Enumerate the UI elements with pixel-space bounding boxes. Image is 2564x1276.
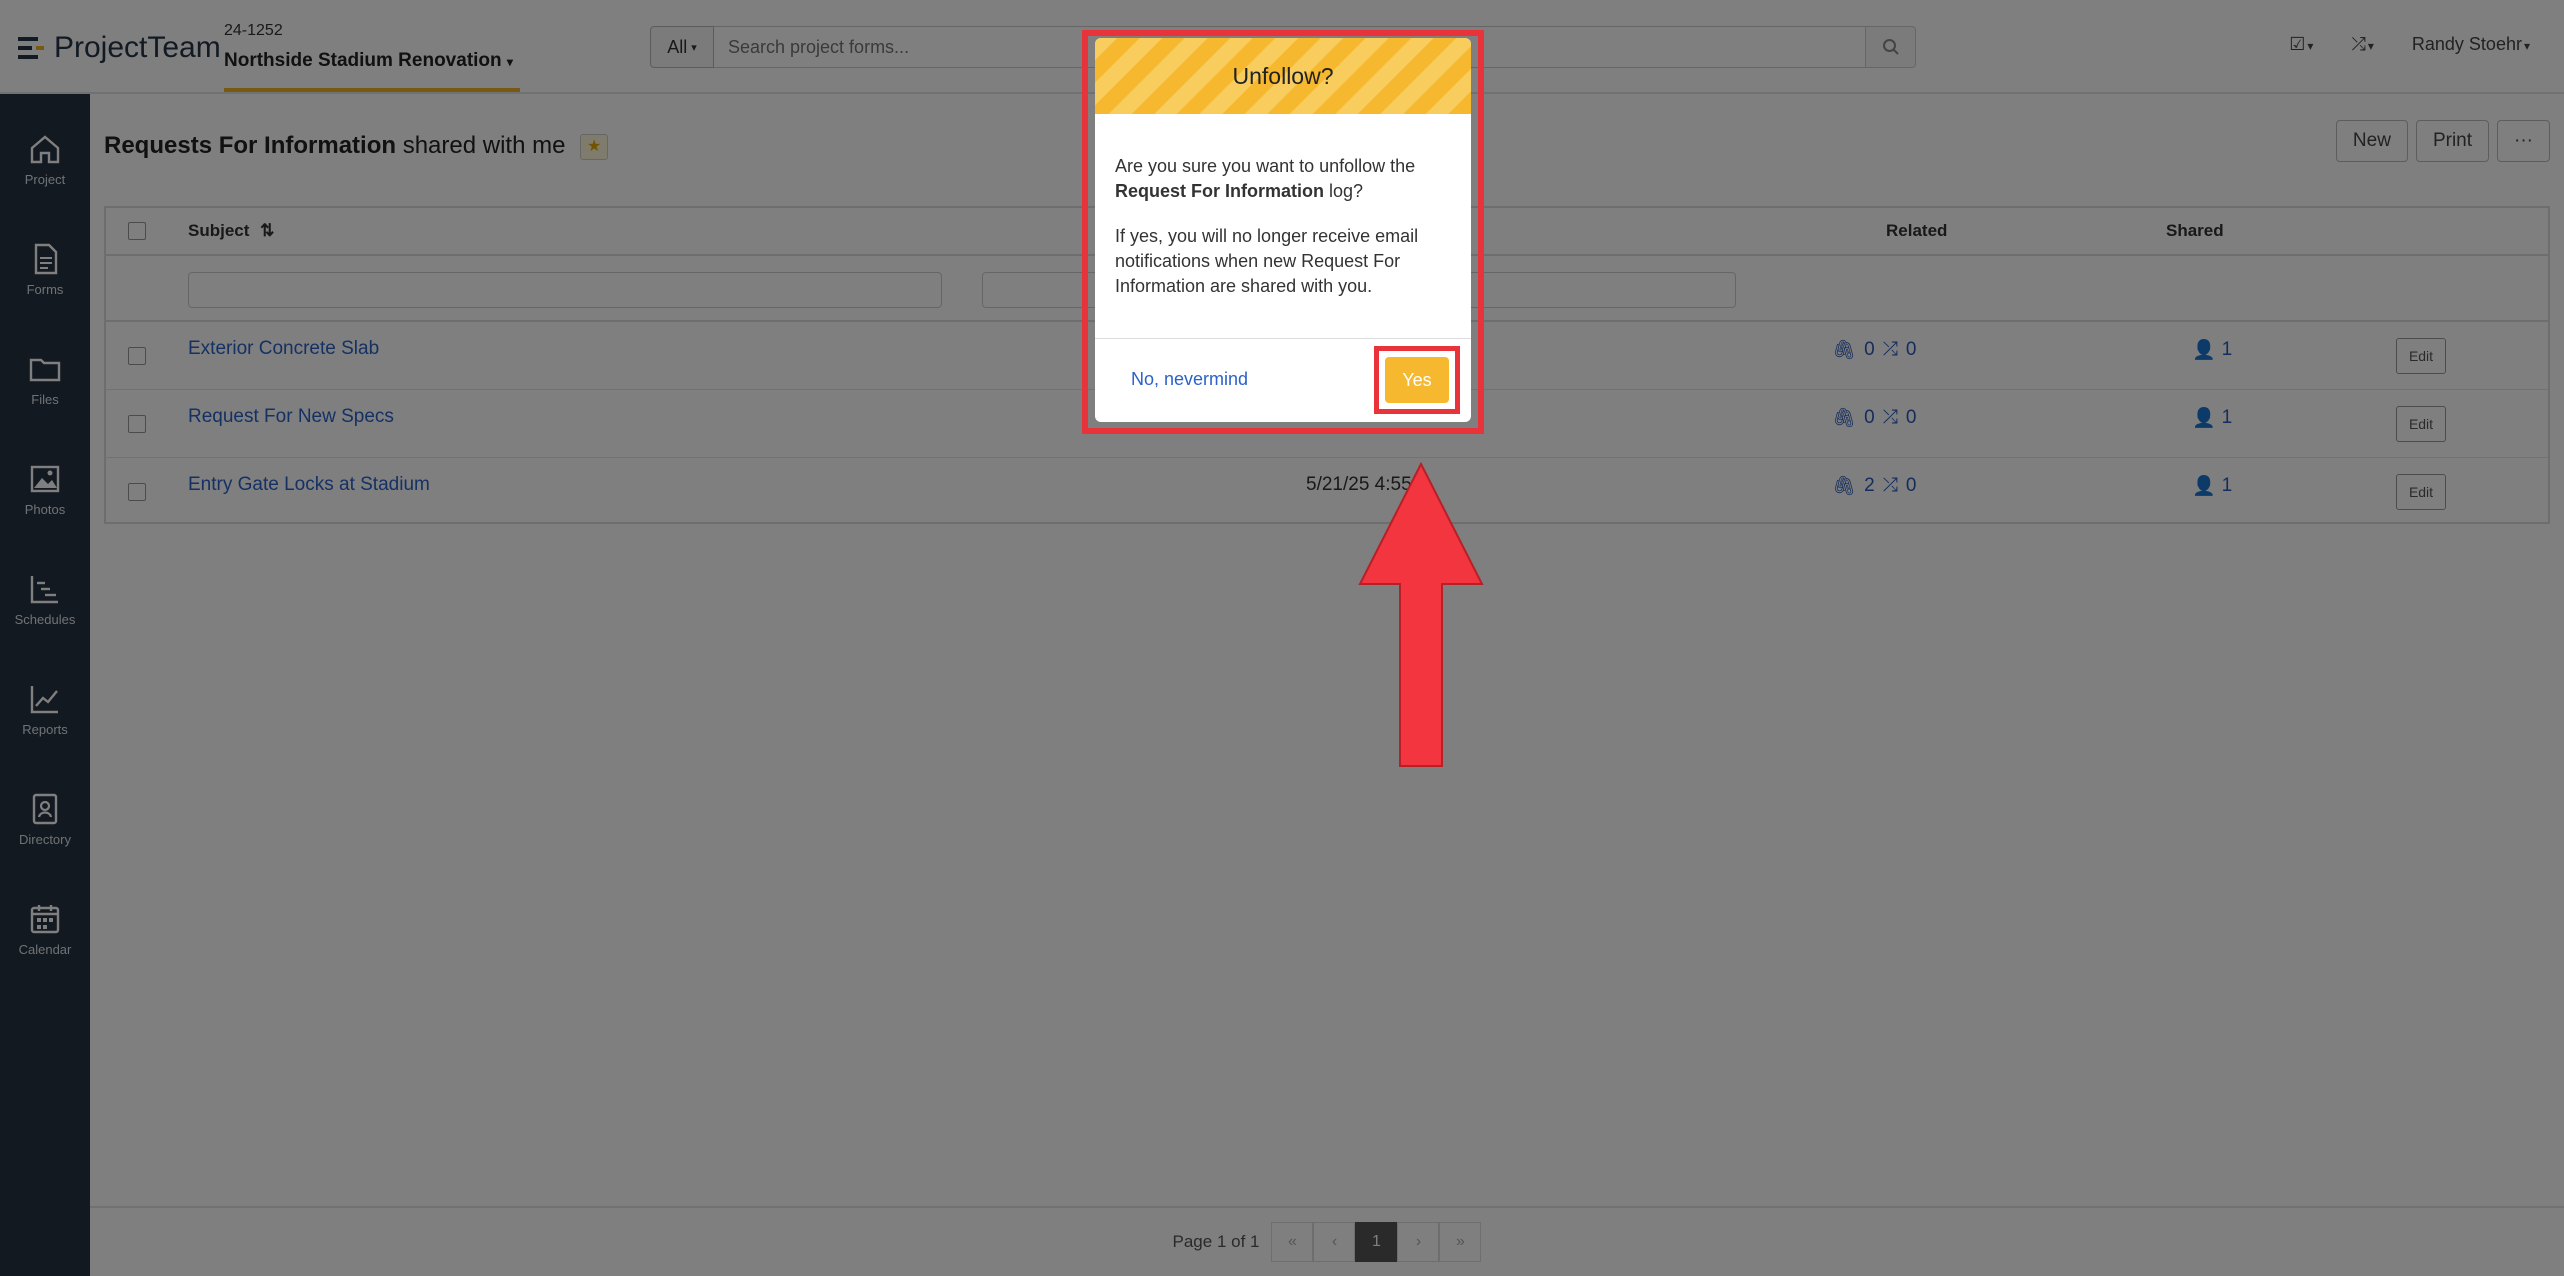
annotation-arrow-icon: [1358, 462, 1484, 767]
confirm-yes-button[interactable]: Yes: [1385, 357, 1449, 403]
dialog-question-suffix: log?: [1324, 181, 1364, 201]
dialog-explanation: If yes, you will no longer receive email…: [1115, 226, 1419, 296]
dialog-body: Are you sure you want to unfollow the Re…: [1095, 114, 1471, 299]
dialog-question: Are you sure you want to unfollow the Re…: [1115, 154, 1451, 204]
dialog-title: Unfollow?: [1095, 38, 1471, 114]
cancel-button[interactable]: No, nevermind: [1131, 369, 1248, 390]
dialog-question-log-name: Request For Information: [1115, 181, 1325, 201]
dialog-question-text: Are you sure you want to unfollow the: [1115, 156, 1416, 176]
